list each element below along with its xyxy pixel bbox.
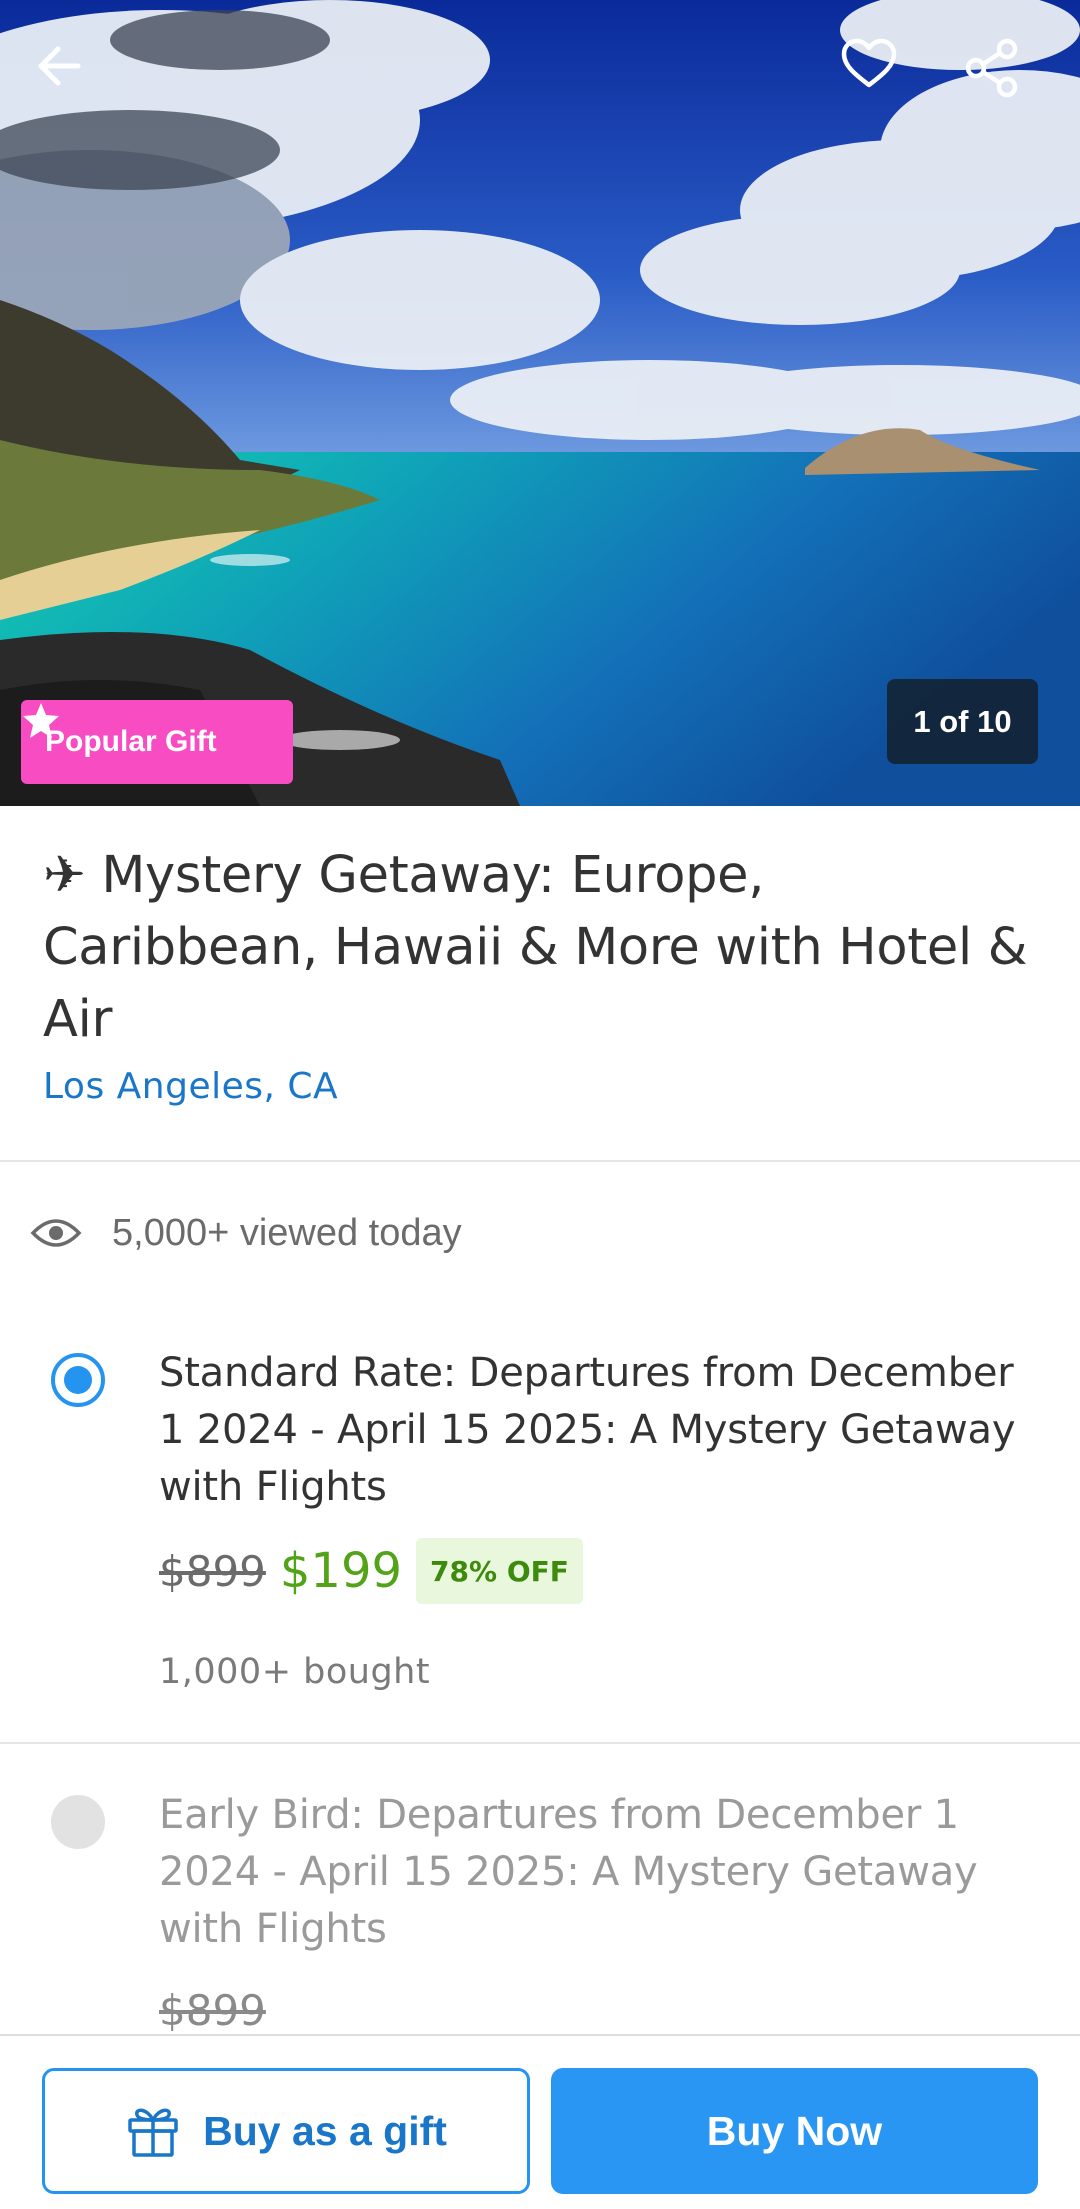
share-icon — [965, 38, 1018, 98]
photo-counter: 1 of 10 — [887, 679, 1038, 764]
original-price: $899 — [159, 1546, 266, 1596]
favorite-button[interactable] — [840, 38, 924, 122]
hero-image[interactable]: Popular Gift 1 of 10 — [0, 0, 1080, 806]
option-radio-standard[interactable] — [51, 1353, 105, 1407]
option-title-early-bird[interactable]: Early Bird: Departures from December 1 2… — [159, 1787, 1039, 1958]
heart-icon — [841, 38, 897, 88]
popular-gift-badge: Popular Gift — [21, 700, 293, 784]
divider — [0, 1742, 1080, 1744]
sale-price: $199 — [279, 1543, 403, 1599]
viewed-today-text: 5,000+ viewed today — [112, 1211, 462, 1254]
bottom-action-bar: Buy as a gift Buy Now — [0, 2034, 1080, 2209]
original-price: $899 — [159, 1986, 266, 2035]
bought-count: 1,000+ bought — [159, 1652, 431, 1692]
arrow-left-icon — [38, 46, 81, 86]
gift-icon — [128, 2108, 178, 2157]
deal-location-link[interactable]: Los Angeles, CA — [43, 1066, 338, 1107]
deal-title: ✈ Mystery Getaway: Europe, Caribbean, Ha… — [43, 846, 1028, 1049]
divider — [0, 1160, 1080, 1162]
share-button[interactable] — [964, 38, 1048, 122]
viewed-today-row: 5,000+ viewed today — [30, 1205, 462, 1261]
discount-badge: 78% OFF — [416, 1538, 583, 1604]
back-button[interactable] — [34, 40, 114, 120]
buy-as-gift-button[interactable]: Buy as a gift — [42, 2068, 530, 2194]
star-icon — [23, 703, 59, 738]
option-price-row-standard: $899 $199 78% OFF — [159, 1538, 583, 1604]
option-title-standard[interactable]: Standard Rate: Departures from December … — [159, 1345, 1039, 1516]
eye-icon — [30, 1219, 82, 1247]
option-radio-early-bird[interactable] — [51, 1795, 105, 1849]
buy-now-button[interactable]: Buy Now — [551, 2068, 1038, 2194]
option-price-row-early-bird: $899 — [159, 1986, 280, 2035]
popular-gift-label: Popular Gift — [45, 725, 217, 758]
buy-as-gift-label: Buy as a gift — [203, 2107, 447, 2154]
